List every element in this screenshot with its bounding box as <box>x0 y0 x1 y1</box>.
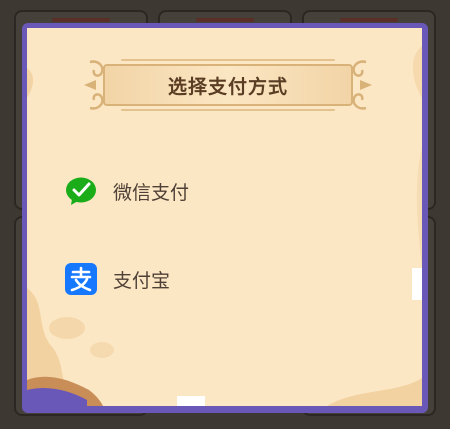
payment-method-dialog: 选择支付方式 微信支付 支付宝 <box>22 23 428 413</box>
dialog-title: 选择支付方式 <box>167 75 288 98</box>
wechat-pay-option[interactable]: 微信支付 <box>65 171 365 211</box>
alipay-label: 支付宝 <box>113 269 171 292</box>
alipay-icon <box>65 263 97 295</box>
wechat-pay-label: 微信支付 <box>113 181 190 204</box>
alipay-option[interactable]: 支付宝 <box>65 259 365 299</box>
dialog-panel: 选择支付方式 微信支付 支付宝 <box>27 28 422 406</box>
wechat-pay-icon <box>65 175 97 207</box>
title-banner: 选择支付方式 <box>82 56 374 114</box>
